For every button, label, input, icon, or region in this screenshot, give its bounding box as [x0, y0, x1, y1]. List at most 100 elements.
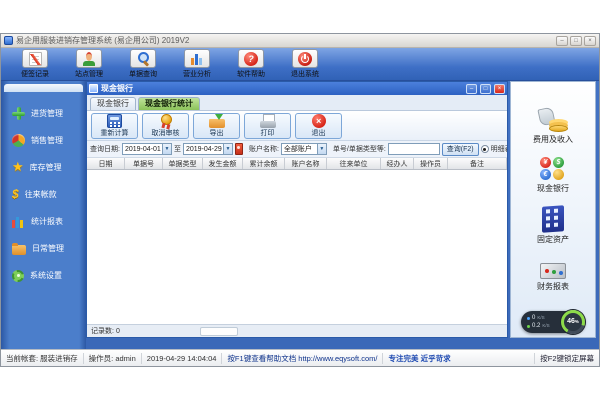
column-header-doc-type[interactable]: 单据类型 — [163, 158, 203, 169]
rightbar-item-fixed-assets[interactable]: 固定资产 — [537, 205, 569, 245]
toolbar-button-help[interactable]: ? 软件帮助 — [225, 49, 277, 79]
sidebar-item-settings[interactable]: 系统设置 — [1, 262, 86, 289]
column-header-counterparty[interactable]: 往来单位 — [327, 158, 381, 169]
cancel-audit-button[interactable]: 取消审核 — [142, 112, 189, 139]
horizontal-scrollbar-thumb[interactable] — [200, 327, 238, 336]
report-box-icon — [540, 263, 566, 279]
toolbar-button-label: 便签记录 — [21, 71, 49, 78]
date-range-label: 查询日期: — [90, 146, 120, 153]
building-icon — [542, 205, 564, 233]
sidebar-item-daily[interactable]: 日常管理 — [1, 235, 86, 262]
status-lock-hint: 按F2键锁定屏幕 — [534, 352, 599, 364]
gear-icon — [12, 269, 24, 282]
download-dot-icon — [527, 324, 530, 328]
date-from-select[interactable]: 2019-04-01 ▼ — [121, 143, 172, 155]
money-bag-icon — [537, 108, 569, 132]
sidebar-item-purchase[interactable]: 进货管理 — [1, 100, 86, 127]
euro-coin-icon: € — [540, 169, 551, 180]
records-count: 0 — [115, 327, 120, 335]
sidebar-item-accounts[interactable]: $ 往来帐款 — [1, 181, 86, 208]
doc-filter-input[interactable] — [387, 143, 440, 155]
toolbar-button-label: 软件帮助 — [237, 71, 265, 78]
rightbar-item-financial-reports[interactable]: 财务报表 — [537, 257, 569, 292]
toolbar-button-doc-search[interactable]: 单据查询 — [117, 49, 169, 79]
sidebar-item-reports[interactable]: 统计报表 — [1, 208, 86, 235]
yen-coin-icon: ¥ — [540, 157, 551, 168]
mdi-tabbar: 现金银行 现金银行统计 — [87, 95, 507, 111]
detail-radio[interactable] — [480, 145, 489, 153]
toolbar-button-notes[interactable]: 便签记录 — [9, 49, 61, 79]
usd-coin-icon: $ — [553, 157, 564, 168]
seal-icon — [159, 113, 173, 128]
to-label: 至 — [173, 146, 181, 153]
window-minimize-button[interactable]: – — [556, 35, 568, 46]
detail-radio-label: 明细表 — [490, 146, 507, 153]
rightbar-item-expense-income[interactable]: 费用及收入 — [533, 108, 573, 145]
column-header-amount[interactable]: 发生金额 — [203, 158, 243, 169]
sidebar-item-sales[interactable]: 销售管理 — [1, 127, 86, 154]
plus-icon — [12, 107, 25, 120]
window-maximize-button[interactable]: □ — [570, 35, 582, 46]
exit-button[interactable]: × 退出 — [295, 112, 342, 139]
column-header-handler[interactable]: 经办人 — [381, 158, 414, 169]
folder-icon — [12, 242, 26, 255]
column-header-account[interactable]: 账户名称 — [285, 158, 327, 169]
button-label: 取消审核 — [151, 129, 180, 137]
note-icon — [28, 51, 42, 66]
download-speed-unit: K/S — [542, 323, 550, 328]
table-body[interactable] — [87, 170, 507, 324]
date-to-select[interactable]: 2019-04-29 ▼ — [182, 143, 233, 155]
detail-radio-group: 明细表 汇总表 — [480, 144, 507, 154]
search-f2-button[interactable]: 查询(F2) — [441, 142, 479, 156]
upload-dot-icon — [527, 316, 530, 320]
mdi-minimize-button[interactable]: – — [466, 83, 477, 94]
calculator-icon — [107, 113, 122, 128]
rightbar-item-label: 费用及收入 — [533, 135, 573, 144]
toolbar-button-site-manage[interactable]: 站点管理 — [63, 49, 115, 79]
column-header-balance[interactable]: 累计余额 — [243, 158, 285, 169]
calendar-icon[interactable] — [234, 143, 243, 155]
column-header-doc-no[interactable]: 单据号 — [125, 158, 163, 169]
toolbar-button-exit-system[interactable]: 退出系统 — [279, 49, 331, 79]
button-label: 重新计算 — [100, 129, 129, 137]
status-help-link[interactable]: 按F1键查看帮助文档 http://www.eqysoft.com/ — [222, 352, 384, 364]
mdi-close-button[interactable]: × — [494, 83, 505, 94]
rightbar-item-label: 现金银行 — [537, 184, 569, 193]
chevron-down-icon: ▼ — [222, 144, 232, 154]
chevron-down-icon: ▼ — [316, 144, 326, 154]
pie-chart-icon — [12, 134, 25, 147]
toolbar-button-label: 退出系统 — [291, 71, 319, 78]
column-header-remark[interactable]: 备注 — [448, 158, 507, 169]
tab-cash-bank-stats[interactable]: 现金银行统计 — [138, 97, 200, 110]
printer-icon — [259, 113, 276, 128]
sidebar-item-label: 销售管理 — [31, 136, 63, 145]
rightbar-item-cash-bank[interactable]: ¥ $ € 现金银行 — [537, 157, 569, 194]
toolbar-button-business-analysis[interactable]: 营业分析 — [171, 49, 223, 79]
button-label: 退出 — [311, 129, 326, 137]
main-toolbar: 便签记录 站点管理 单据查询 营业分析 ? 软件帮助 退出系统 — [1, 48, 599, 81]
tab-cash-bank[interactable]: 现金银行 — [90, 97, 136, 110]
table-header: 日期 单据号 单据类型 发生金额 累计余额 账户名称 往来单位 经办人 操作员 … — [87, 158, 507, 170]
icon-plate — [76, 49, 102, 68]
sidebar-item-inventory[interactable]: ★ 库存管理 — [1, 154, 86, 181]
sidebar-item-label: 系统设置 — [30, 271, 62, 280]
print-button[interactable]: 打印 — [244, 112, 291, 139]
query-row: 查询日期: 2019-04-01 ▼ 至 2019-04-29 ▼ 账户名称: 全部… — [87, 141, 507, 158]
account-select[interactable]: 全部账户 ▼ — [280, 143, 327, 155]
column-header-date[interactable]: 日期 — [87, 158, 125, 169]
table-footer: 记录数: 0 — [87, 324, 507, 337]
network-monitor-widget[interactable]: 0 K/S 0.2 K/S 46% — [521, 310, 585, 334]
recalculate-button[interactable]: 重新计算 — [91, 112, 138, 139]
chevron-down-icon: ▼ — [161, 144, 171, 154]
export-button[interactable]: 导出 — [193, 112, 240, 139]
column-header-operator[interactable]: 操作员 — [414, 158, 448, 169]
app-window: 易企用服装进销存管理系统 (易企用公司) 2019V2 – □ × 便签记录 站… — [0, 33, 600, 367]
date-from-value: 2019-04-01 — [124, 145, 161, 153]
percent-value: 46 — [567, 318, 575, 325]
sidebar-item-label: 往来帐款 — [24, 190, 57, 199]
button-label: 导出 — [209, 129, 224, 137]
window-close-button[interactable]: × — [584, 35, 596, 46]
memory-usage-ring: 46% — [561, 310, 585, 334]
mdi-restore-button[interactable]: □ — [480, 83, 491, 94]
right-sidebar: 费用及收入 ¥ $ € 现金银行 固定资产 财务报表 0 K/S 0.2 K/S… — [510, 81, 596, 338]
